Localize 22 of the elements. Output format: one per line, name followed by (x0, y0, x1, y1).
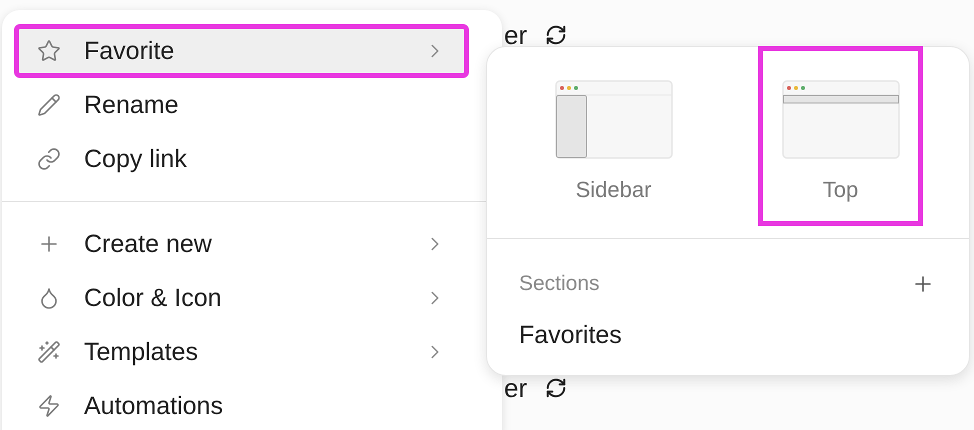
menu-item[interactable]: Copy link (14, 132, 469, 186)
menu-item[interactable]: Color & Icon (14, 271, 469, 325)
row-text: er (504, 20, 528, 50)
menu-item[interactable]: Rename (14, 78, 469, 132)
star-icon (37, 39, 61, 63)
layout-option[interactable]: Top (758, 46, 923, 226)
sync-icon (545, 24, 568, 46)
layout-option[interactable]: Sidebar (531, 46, 696, 226)
lightning-icon (37, 394, 61, 418)
menu-item[interactable]: Create new (14, 217, 469, 271)
menu-item[interactable]: Automations (14, 379, 469, 430)
pencil-icon (37, 93, 61, 117)
magic-wand-icon (37, 340, 61, 364)
layout-preview-icon (782, 80, 900, 159)
link-icon (37, 147, 61, 171)
sync-icon (545, 377, 568, 399)
row-text: er (504, 373, 528, 403)
section-item[interactable]: Favorites (519, 320, 622, 350)
section-heading: Sections (519, 271, 600, 297)
menu-item[interactable]: Templates (14, 325, 469, 379)
menu-item[interactable]: Favorite (14, 24, 469, 78)
layout-preview-icon (554, 80, 672, 159)
